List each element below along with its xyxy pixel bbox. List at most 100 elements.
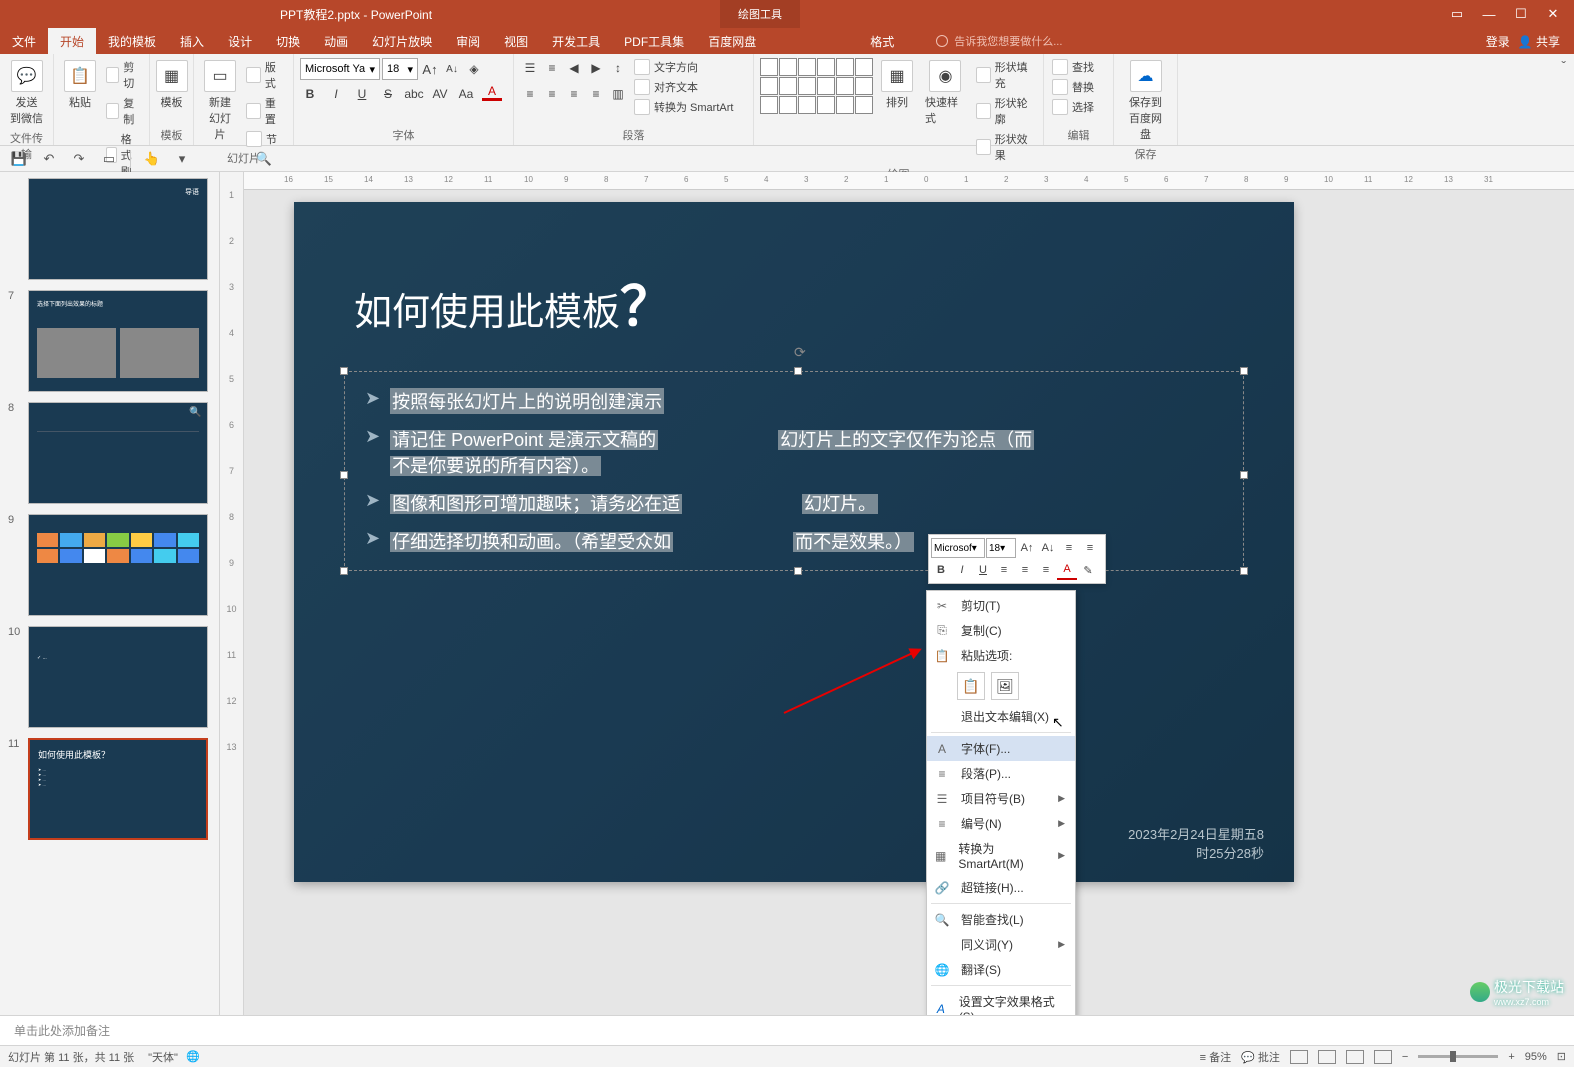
resize-handle[interactable] [340, 367, 348, 375]
tab-format[interactable]: 格式 [858, 28, 906, 54]
mini-bold[interactable]: B [931, 560, 951, 580]
maximize-icon[interactable]: ☐ [1514, 7, 1528, 21]
comments-button[interactable]: 💬 批注 [1241, 1049, 1280, 1065]
cut-button[interactable]: 剪切 [104, 58, 143, 92]
columns-button[interactable]: ▥ [608, 84, 628, 104]
mini-font-size[interactable]: 18▾ [986, 538, 1016, 558]
tab-transitions[interactable]: 切换 [264, 28, 312, 54]
quick-styles-button[interactable]: ◉快速样式 [921, 58, 970, 128]
shadow-button[interactable]: abc [404, 84, 424, 104]
cm-synonyms[interactable]: 同义词(Y)▶ [927, 932, 1075, 957]
font-name-dropdown[interactable]: Microsoft Ya▾ [300, 58, 380, 80]
thumbnail-item[interactable]: 9 [8, 514, 211, 616]
slide-thumbnail[interactable]: 导语 [28, 178, 208, 280]
align-right-button[interactable]: ≡ [564, 84, 584, 104]
tab-my-templates[interactable]: 我的模板 [96, 28, 168, 54]
slideshow-view-button[interactable] [1374, 1050, 1392, 1064]
mini-italic[interactable]: I [952, 560, 972, 580]
collapse-ribbon-icon[interactable]: ˇ [1553, 54, 1574, 145]
language-indicator[interactable]: 🌐 [186, 1050, 200, 1063]
shape-curve-icon[interactable] [798, 96, 816, 114]
clear-format-button[interactable]: ◈ [464, 59, 484, 79]
resize-handle[interactable] [340, 567, 348, 575]
mini-align-center[interactable]: ≡ [1015, 560, 1035, 580]
slide-thumbnail[interactable]: 选择下面列出效果的标题 [28, 290, 208, 392]
slide-thumbnail[interactable] [28, 514, 208, 616]
arrange-button[interactable]: ▦排列 [877, 58, 917, 112]
template-button[interactable]: ▦模板 [156, 58, 187, 112]
shape-arrow-icon[interactable] [779, 77, 797, 95]
zoom-out-button[interactable]: − [1402, 1051, 1408, 1063]
font-size-dropdown[interactable]: 18▾ [382, 58, 418, 80]
shape-line-icon[interactable] [779, 58, 797, 76]
cm-cut[interactable]: ✂剪切(T) [927, 593, 1075, 618]
tab-animations[interactable]: 动画 [312, 28, 360, 54]
mini-decrease-font[interactable]: A↓ [1038, 538, 1058, 558]
tab-file[interactable]: 文件 [0, 28, 48, 54]
shape-arrow-icon[interactable] [817, 58, 835, 76]
cm-hyperlink[interactable]: 🔗超链接(H)... [927, 875, 1075, 900]
shapes-gallery[interactable] [760, 58, 873, 114]
ribbon-options-icon[interactable]: ▭ [1450, 7, 1464, 21]
resize-handle[interactable] [794, 367, 802, 375]
close-icon[interactable]: ✕ [1546, 7, 1560, 21]
cm-font[interactable]: A字体(F)... [927, 736, 1075, 761]
thumbnail-item[interactable]: 11 如何使用此模板？➤ ...➤ ...➤ ...➤ ... [8, 738, 211, 840]
notes-button[interactable]: ≡ 备注 [1200, 1049, 1231, 1065]
shape-rect-icon[interactable] [836, 58, 854, 76]
text-direction-button[interactable]: 文字方向 [632, 58, 735, 76]
shape-rect-icon[interactable] [760, 58, 778, 76]
copy-button[interactable]: 复制 [104, 94, 143, 128]
mini-underline[interactable]: U [973, 560, 993, 580]
share-button[interactable]: 👤 共享 [1518, 33, 1560, 50]
redo-button[interactable]: ↷ [70, 150, 88, 168]
tab-home[interactable]: 开始 [48, 28, 96, 54]
shape-diamond-icon[interactable] [798, 77, 816, 95]
zoom-level[interactable]: 95% [1525, 1051, 1547, 1063]
tab-review[interactable]: 审阅 [444, 28, 492, 54]
change-case-button[interactable]: Aa [456, 84, 476, 104]
convert-smartart-button[interactable]: 转换为 SmartArt [632, 98, 735, 116]
shape-fill-button[interactable]: 形状填充 [974, 58, 1037, 92]
reset-button[interactable]: 重置 [244, 94, 287, 128]
cm-smartart[interactable]: ▦转换为 SmartArt(M)▶ [927, 836, 1075, 875]
mini-align-right[interactable]: ≡ [1036, 560, 1056, 580]
tell-me-search[interactable]: 告诉我您想要做什么... [936, 28, 1062, 54]
paste-keep-formatting[interactable]: 📋 [957, 672, 985, 700]
shape-callout-icon[interactable] [836, 96, 854, 114]
slide-title[interactable]: 如何使用此模板？ [294, 202, 1294, 361]
decrease-font-button[interactable]: A↓ [442, 59, 462, 79]
section-button[interactable]: 节 [244, 130, 287, 148]
strikethrough-button[interactable]: S [378, 84, 398, 104]
shape-connector-icon[interactable] [817, 96, 835, 114]
context-menu[interactable]: ✂剪切(T) ⎘复制(C) 📋粘贴选项: 📋 🖼 退出文本编辑(X) A字体(F… [926, 590, 1076, 1015]
align-center-button[interactable]: ≡ [542, 84, 562, 104]
bullet-line[interactable]: ➤按照每张幻灯片上的说明创建演示 [365, 382, 1223, 420]
selected-text-box[interactable]: ⟳ ➤按照每张幻灯片上的说明创建演示 ➤请记住 PowerPoint 是演示文稿… [344, 371, 1244, 571]
zoom-in-button[interactable]: + [1508, 1051, 1514, 1063]
cm-numbering[interactable]: ≡编号(N)▶ [927, 811, 1075, 836]
mini-font-color[interactable]: A [1057, 560, 1077, 580]
char-spacing-button[interactable]: AV [430, 84, 450, 104]
underline-button[interactable]: U [352, 84, 372, 104]
bullets-button[interactable]: ☰ [520, 58, 540, 78]
login-button[interactable]: 登录 [1486, 33, 1510, 50]
tab-design[interactable]: 设计 [216, 28, 264, 54]
zoom-slider[interactable] [1418, 1055, 1498, 1058]
mini-increase-font[interactable]: A↑ [1017, 538, 1037, 558]
qat-more-button[interactable]: ▾ [173, 150, 191, 168]
sorter-view-button[interactable] [1318, 1050, 1336, 1064]
shape-triangle-icon[interactable] [760, 77, 778, 95]
thumbnail-item[interactable]: 导语 [8, 178, 211, 280]
mini-font-name[interactable]: Microsof▾ [931, 538, 985, 558]
shape-star-icon[interactable] [760, 96, 778, 114]
shape-hex-icon[interactable] [779, 96, 797, 114]
tab-slideshow[interactable]: 幻灯片放映 [360, 28, 444, 54]
cm-smart-lookup[interactable]: 🔍智能查找(L) [927, 907, 1075, 932]
undo-button[interactable]: ↶ [40, 150, 58, 168]
tab-developer[interactable]: 开发工具 [540, 28, 612, 54]
numbering-button[interactable]: ≡ [542, 58, 562, 78]
thumbnail-item[interactable]: 10 ✓ ... [8, 626, 211, 728]
shape-line-icon[interactable] [798, 58, 816, 76]
reading-view-button[interactable] [1346, 1050, 1364, 1064]
